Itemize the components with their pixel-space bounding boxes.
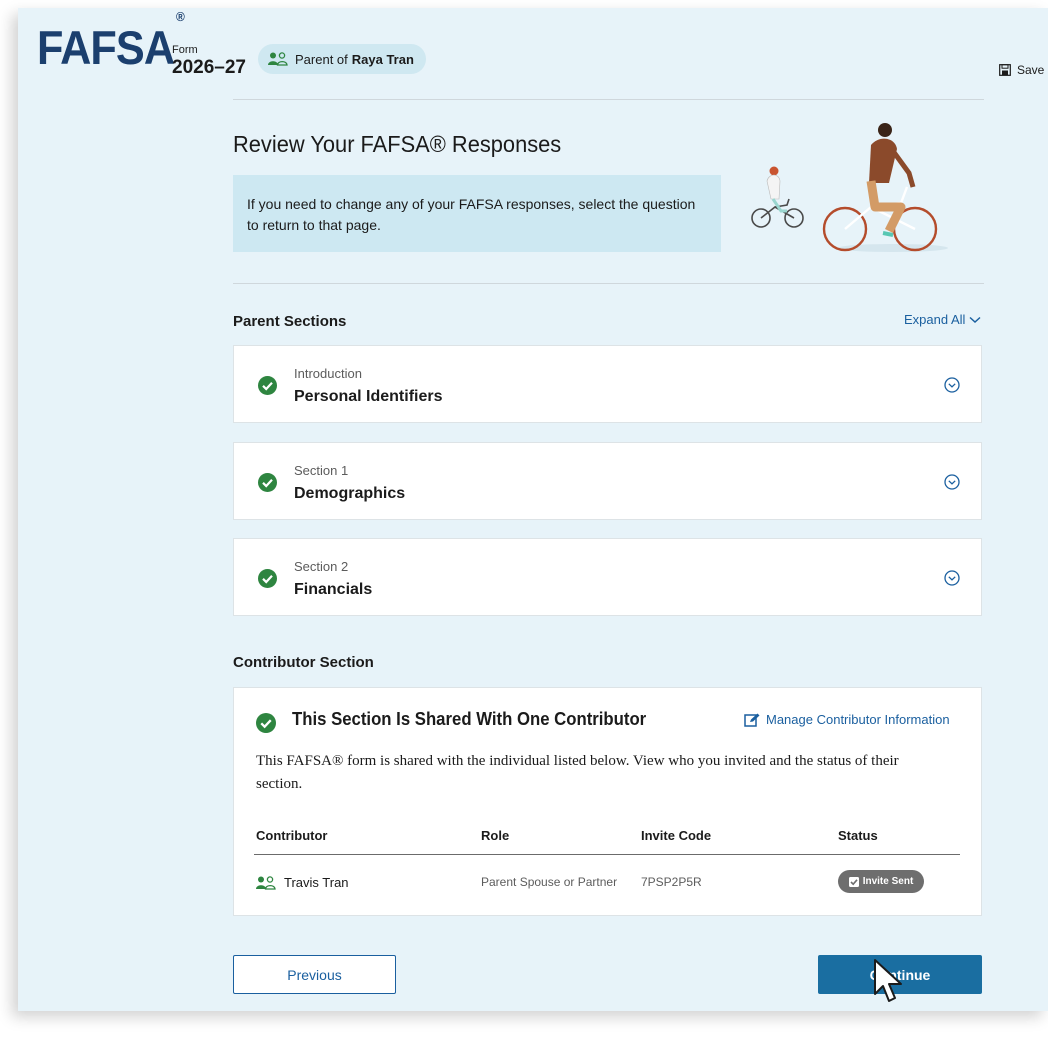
cyclists-illustration — [751, 123, 948, 252]
contributor-description: This FAFSA® form is shared with the indi… — [256, 753, 899, 792]
check-circle-icon — [258, 473, 277, 492]
check-circle-icon — [256, 713, 276, 733]
section-card-financials[interactable]: Section 2 Financials — [233, 538, 982, 616]
contributor-name-cell: Travis Tran — [256, 875, 349, 890]
check-circle-icon — [258, 569, 277, 588]
contributor-role: Parent Spouse or Partner — [481, 875, 618, 889]
role-badge: Parent of Raya Tran — [258, 44, 426, 74]
fafsa-logo[interactable]: FAFSA® — [37, 10, 185, 71]
chevron-down-circle-icon[interactable] — [944, 570, 960, 586]
status-label: Invite Sent — [862, 876, 914, 887]
section-title: Demographics — [294, 485, 406, 502]
save-icon — [999, 64, 1011, 76]
column-header: Contributor — [256, 828, 328, 843]
section-label: Section 1 — [294, 463, 349, 478]
expand-all-label: Expand All — [904, 312, 966, 327]
info-alert: If you need to change any of your FAFSA … — [233, 175, 721, 252]
divider — [233, 283, 984, 284]
chevron-down-circle-icon[interactable] — [944, 474, 960, 490]
contributor-name: Travis Tran — [284, 875, 349, 890]
section-card-demographics[interactable]: Section 1 Demographics — [233, 442, 982, 520]
table-divider — [254, 854, 960, 855]
people-icon — [256, 875, 276, 890]
mouse-pointer-icon — [874, 959, 902, 1002]
edit-icon — [744, 713, 760, 727]
save-label: Save — [1017, 63, 1045, 77]
contributor-card-title: This Section Is Shared With One Contribu… — [292, 709, 647, 729]
chevron-down-icon — [969, 316, 981, 323]
column-header: Invite Code — [641, 828, 712, 843]
section-card-personal-identifiers[interactable]: Introduction Personal Identifiers — [233, 345, 982, 423]
divider — [233, 99, 984, 100]
form-label: Form — [172, 44, 198, 56]
column-header: Status — [838, 828, 878, 843]
section-title: Personal Identifiers — [294, 388, 443, 405]
manage-contributor-label: Manage Contributor Information — [766, 712, 950, 727]
section-title: Financials — [294, 581, 373, 598]
section-label: Introduction — [294, 366, 362, 381]
expand-all-button[interactable]: Expand All — [904, 312, 981, 327]
check-box-icon — [848, 876, 859, 887]
invite-code: 7PSP2P5R — [641, 875, 702, 889]
save-button[interactable]: Save — [999, 63, 1044, 77]
chevron-down-circle-icon[interactable] — [944, 377, 960, 393]
parent-sections-heading: Parent Sections — [233, 313, 347, 330]
page-title: Review Your FAFSA® Responses — [233, 131, 562, 157]
previous-button[interactable]: Previous — [233, 955, 396, 994]
role-prefix: Parent of — [295, 51, 348, 67]
role-name: Raya Tran — [351, 51, 414, 67]
form-year: 2026–27 — [172, 57, 246, 78]
check-circle-icon — [258, 376, 277, 395]
column-header: Role — [481, 828, 510, 843]
section-label: Section 2 — [294, 559, 349, 574]
contributor-section-heading: Contributor Section — [233, 654, 374, 671]
contributor-card: This Section Is Shared With One Contribu… — [233, 687, 982, 916]
people-icon — [268, 52, 288, 66]
status-badge: Invite Sent — [838, 870, 924, 893]
manage-contributor-link[interactable]: Manage Contributor Information — [744, 712, 950, 727]
